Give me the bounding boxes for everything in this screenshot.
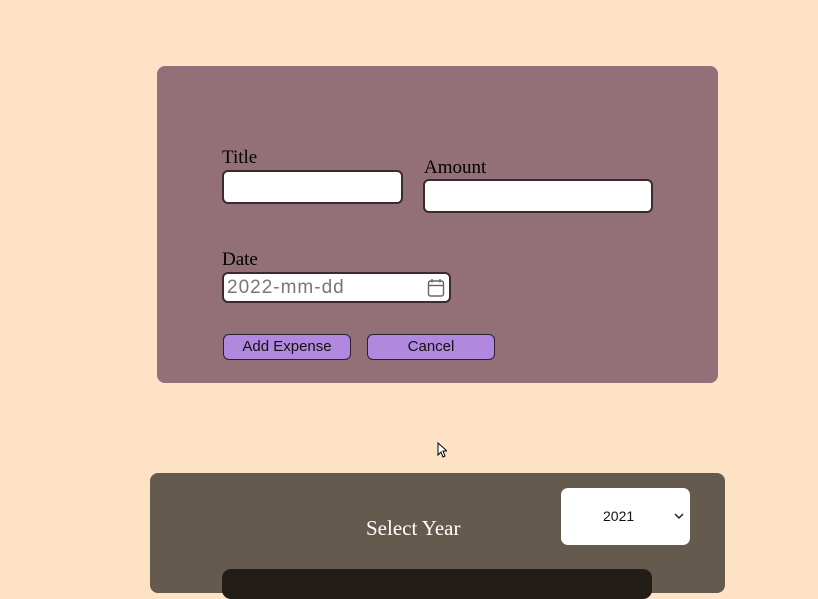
chevron-down-icon <box>674 513 684 520</box>
calendar-icon[interactable] <box>427 278 445 298</box>
title-label: Title <box>222 147 258 168</box>
chart-panel <box>222 569 652 599</box>
date-placeholder: 2022-mm-dd <box>227 277 345 298</box>
select-year-label: Select Year <box>366 516 461 540</box>
amount-label: Amount <box>424 157 487 178</box>
date-label: Date <box>222 249 258 270</box>
add-expense-button[interactable]: Add Expense <box>223 334 351 360</box>
selected-year: 2021 <box>603 508 635 524</box>
new-expense-form: Title Amount Date 2022-mm-dd Add Expense… <box>157 66 718 383</box>
amount-input[interactable] <box>423 179 653 213</box>
expenses-filter: Select Year 2021 <box>150 473 725 599</box>
mouse-cursor-icon <box>437 442 447 458</box>
title-input[interactable] <box>222 170 403 204</box>
cancel-button[interactable]: Cancel <box>367 334 495 360</box>
year-select[interactable]: 2021 <box>561 488 690 545</box>
date-input[interactable]: 2022-mm-dd <box>222 272 451 303</box>
